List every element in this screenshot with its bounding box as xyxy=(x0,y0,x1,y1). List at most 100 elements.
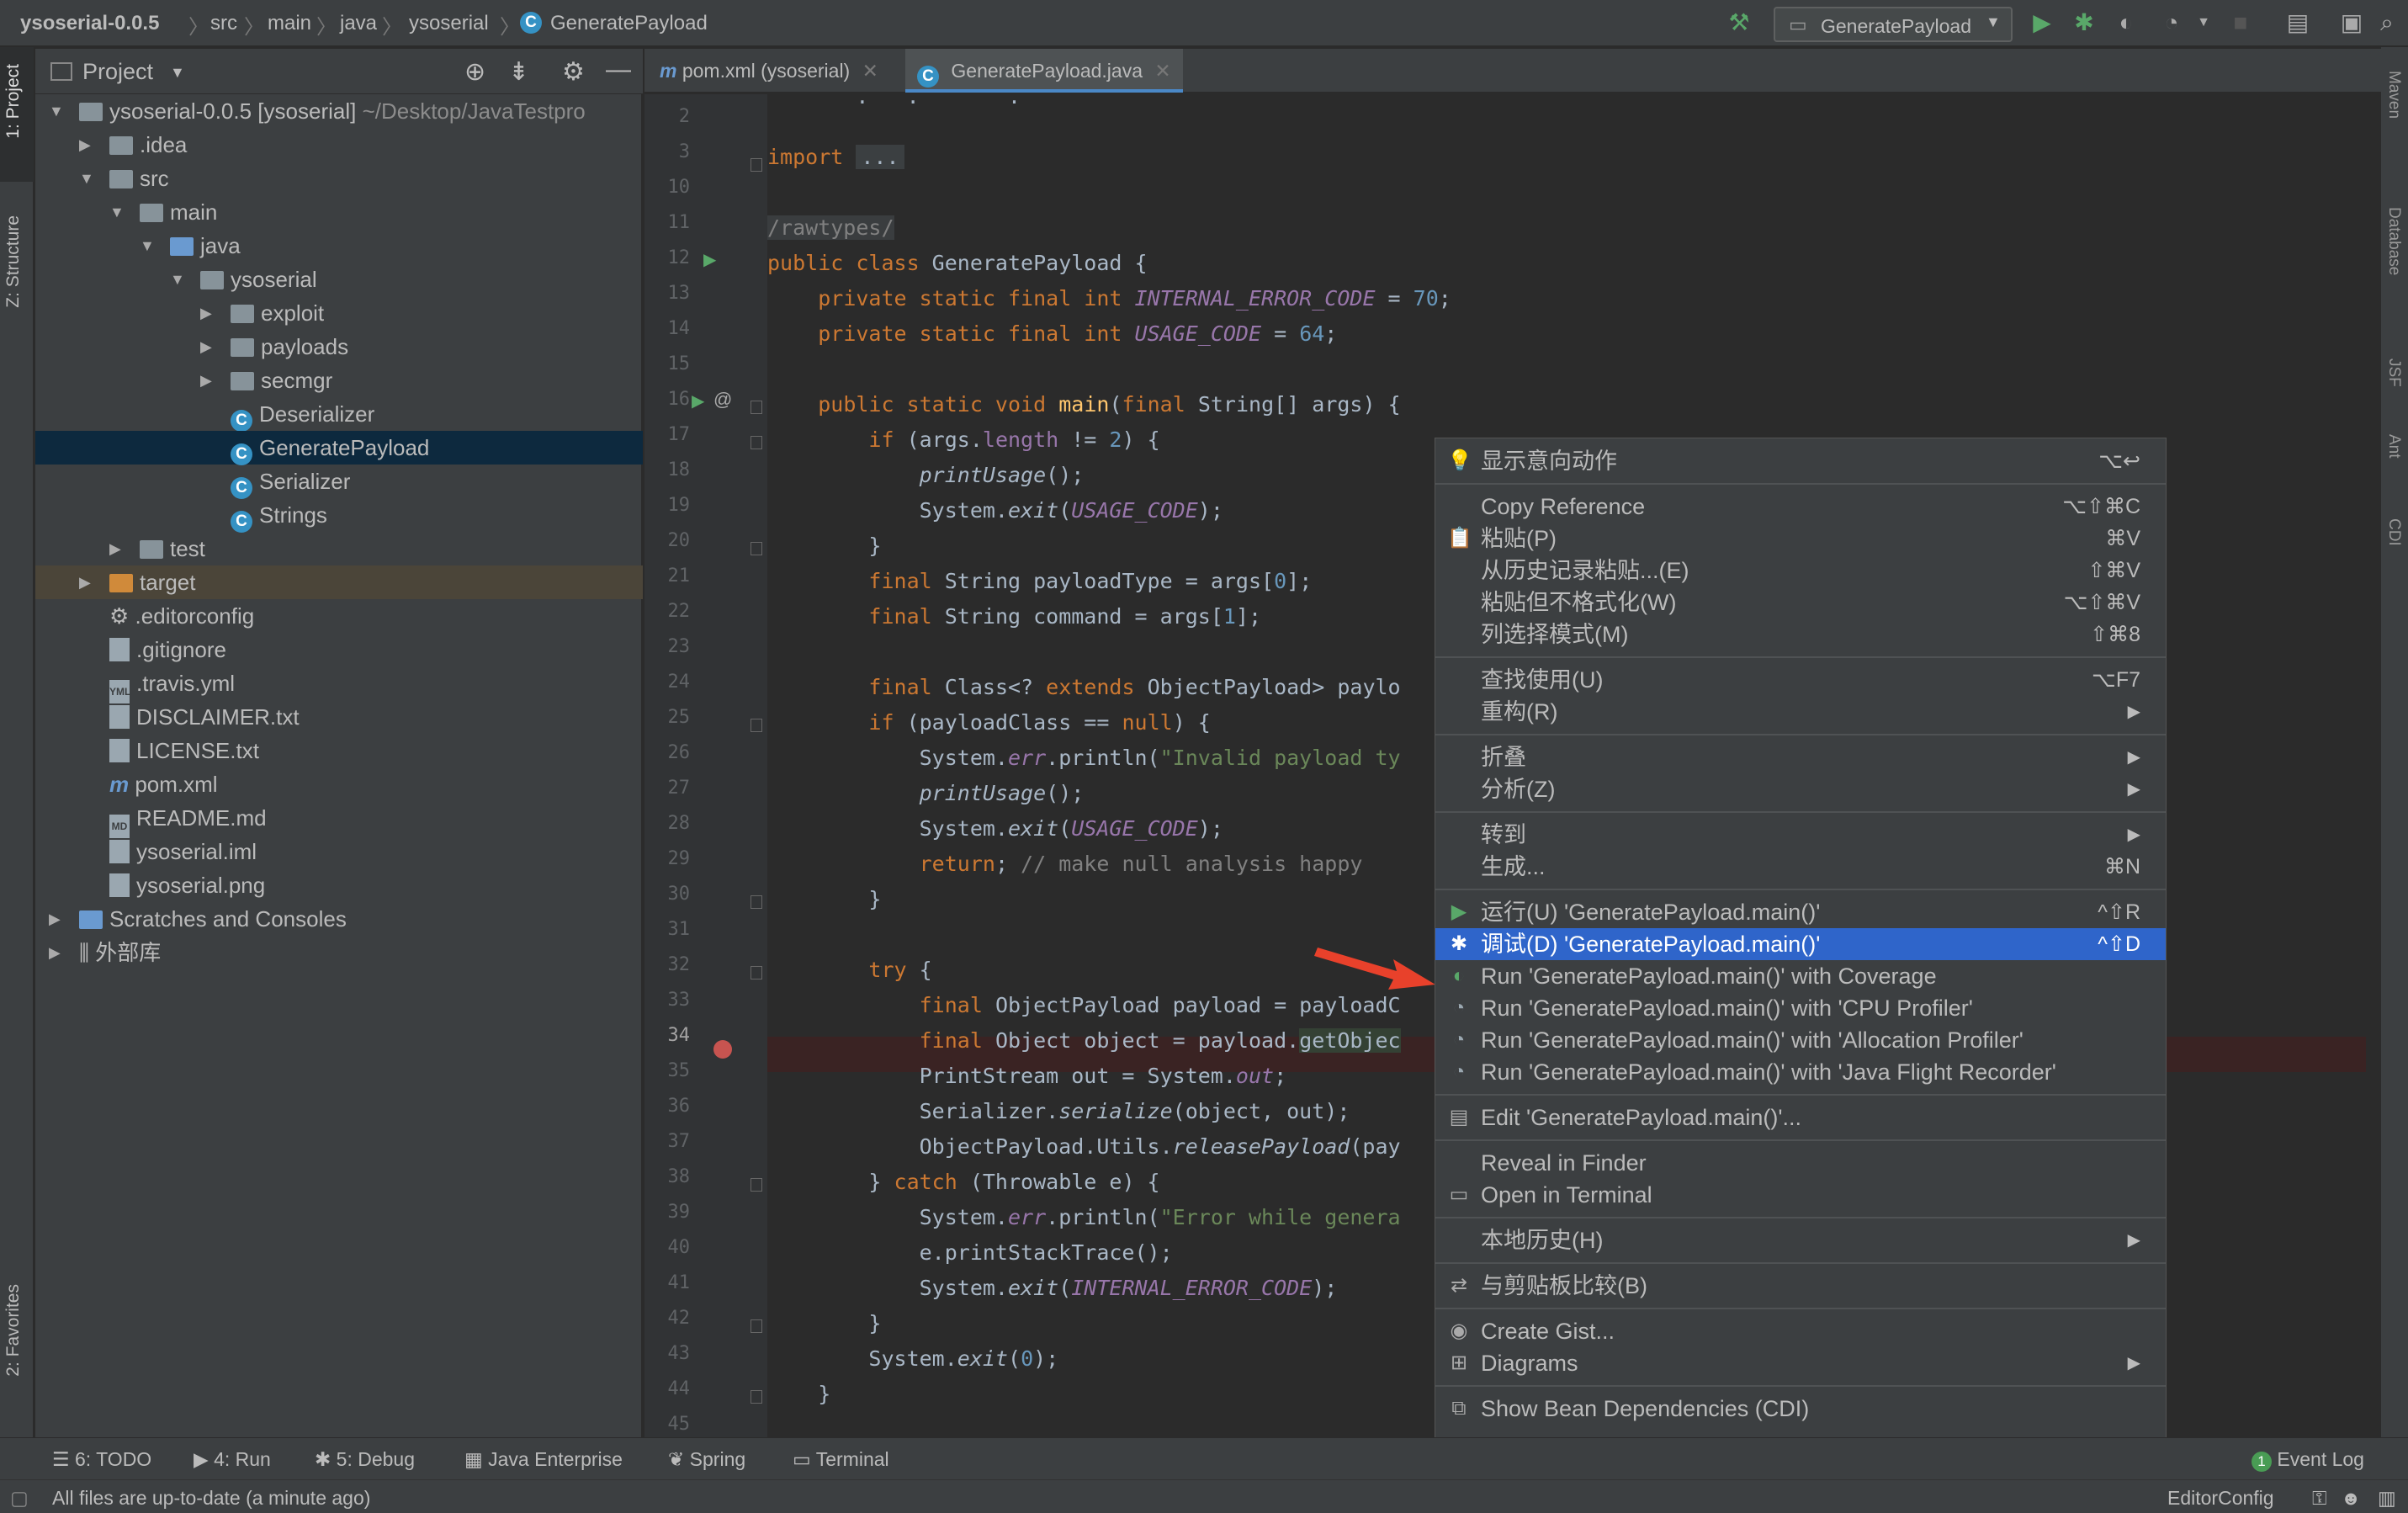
tree-item[interactable]: ▼ ysoserial xyxy=(35,263,643,296)
tree-item[interactable]: ▼ src xyxy=(35,162,643,195)
menu-item[interactable]: Reveal in Finder xyxy=(1435,1147,2166,1179)
run-configuration-select[interactable]: ▭ GeneratePayload ▼ xyxy=(1774,7,2013,42)
java-enterprise-tool-button[interactable]: ▦ Java Enterprise xyxy=(464,1448,623,1471)
expand-arrow-icon[interactable]: ▼ xyxy=(79,162,94,195)
menu-item[interactable]: 📋 粘贴(P) ⌘V xyxy=(1435,523,2166,555)
editor-gutter[interactable]: 2 3 10 11 12 13 14 15 16 17 18 19 20 21 22 23 24 25 26 27 28… xyxy=(644,94,767,1437)
run-class-gutter-icon[interactable]: ▶ xyxy=(703,249,716,270)
debug-icon[interactable]: ✱ xyxy=(2070,8,2098,37)
collapse-arrow-icon[interactable]: ▶ xyxy=(200,364,212,397)
chevron-down-icon[interactable]: ▼ xyxy=(170,64,185,82)
run-icon[interactable]: ▶ xyxy=(2028,8,2056,37)
inspector-icon[interactable]: ☻ xyxy=(2341,1487,2361,1510)
run-main-gutter-icon[interactable]: ▶ xyxy=(692,390,704,411)
menu-item[interactable]: ◔ Run 'GeneratePayload.main()' with 'CPU … xyxy=(1435,992,2166,1024)
locate-icon[interactable]: ⊕ xyxy=(464,57,485,87)
tree-item[interactable]: ▶ test xyxy=(35,532,643,565)
build-hammer-icon[interactable]: ⚒ xyxy=(1725,8,1753,37)
terminal-tool-button[interactable]: ▭ Terminal xyxy=(793,1448,889,1471)
todo-tool-button[interactable]: ☰ 6: TODO xyxy=(52,1448,151,1471)
menu-item[interactable]: 本地历史(H) ▶ xyxy=(1435,1224,2166,1256)
menu-item[interactable]: 分析(Z) ▶ xyxy=(1435,773,2166,805)
fold-marker-icon[interactable] xyxy=(751,158,762,172)
tree-item[interactable]: C Serializer xyxy=(35,465,643,499)
structure-tool-tab[interactable]: Z: Structure xyxy=(3,215,24,308)
ant-tool-tab[interactable]: Ant xyxy=(2384,434,2403,459)
tree-item[interactable]: DISCLAIMER.txt xyxy=(35,700,643,734)
tree-item[interactable]: ▶ payloads xyxy=(35,330,643,364)
menu-item[interactable]: 折叠 ▶ xyxy=(1435,741,2166,773)
jsf-tool-tab[interactable]: JSF xyxy=(2384,358,2403,387)
tree-item[interactable]: ▶ ⫼ 外部库 xyxy=(35,936,643,969)
tree-item[interactable]: ▶ target xyxy=(35,565,643,599)
menu-item[interactable]: ◔ Run 'GeneratePayload.main()' with 'Java… xyxy=(1435,1056,2166,1088)
project-tool-tab[interactable]: 1: Project xyxy=(3,64,24,139)
breadcrumb-src[interactable]: src xyxy=(210,12,237,35)
favorites-tool-tab[interactable]: 2: Favorites xyxy=(3,1284,24,1377)
fold-marker-icon[interactable] xyxy=(751,895,762,909)
maven-tool-tab[interactable]: Maven xyxy=(2384,71,2403,119)
menu-item[interactable]: 列选择模式(M) ⇧⌘8 xyxy=(1435,618,2166,650)
run-tool-button[interactable]: ▶ 4: Run xyxy=(194,1448,271,1471)
collapse-arrow-icon[interactable]: ▶ xyxy=(200,296,212,330)
tree-item[interactable]: ysoserial.png xyxy=(35,868,643,902)
collapse-arrow-icon[interactable]: ▶ xyxy=(79,565,91,599)
tree-item[interactable]: C GeneratePayload xyxy=(35,431,643,465)
menu-item[interactable]: 💡 显示意向动作 ⌥↩ xyxy=(1435,445,2166,477)
expand-arrow-icon[interactable]: ▼ xyxy=(170,263,185,296)
menu-item[interactable]: ◐ Run 'GeneratePayload.main()' with Cover… xyxy=(1435,960,2166,992)
memory-icon[interactable]: ▥ xyxy=(2378,1487,2396,1510)
collapse-arrow-icon[interactable]: ▶ xyxy=(49,902,61,936)
expand-arrow-icon[interactable]: ▼ xyxy=(140,229,155,263)
tree-item[interactable]: YML .travis.yml xyxy=(35,666,643,703)
expand-arrow-icon[interactable]: ▼ xyxy=(109,195,125,229)
tree-item[interactable]: C Deserializer xyxy=(35,397,643,432)
breadcrumb-ysoserial[interactable]: ysoserial xyxy=(409,12,489,35)
window-icon[interactable]: ▣ xyxy=(2337,8,2366,37)
override-gutter-icon[interactable]: @ xyxy=(713,389,732,411)
chevron-down-icon[interactable]: ▼ xyxy=(2189,8,2218,37)
menu-item[interactable]: ◉ Create Gist... xyxy=(1435,1315,2166,1347)
database-tool-tab[interactable]: Database xyxy=(2384,207,2403,275)
tree-item[interactable]: ▶ secmgr xyxy=(35,364,643,397)
collapse-arrow-icon[interactable]: ▶ xyxy=(49,936,61,969)
fold-marker-icon[interactable] xyxy=(751,1178,762,1192)
hide-icon[interactable]: — xyxy=(606,56,631,84)
tree-item[interactable]: ▶ .idea xyxy=(35,128,643,162)
menu-item[interactable]: 生成... ⌘N xyxy=(1435,851,2166,883)
menu-item[interactable]: ▭ Open in Terminal xyxy=(1435,1179,2166,1211)
collapse-arrow-icon[interactable]: ▶ xyxy=(109,532,121,565)
tree-item[interactable]: ysoserial.iml xyxy=(35,835,643,868)
debug-tool-button[interactable]: ✱ 5: Debug xyxy=(315,1448,415,1471)
close-icon[interactable]: ✕ xyxy=(1154,60,1170,82)
menu-item[interactable]: ⇄ 与剪贴板比较(B) xyxy=(1435,1270,2166,1302)
breakpoint-icon[interactable] xyxy=(713,1040,732,1059)
spring-tool-button[interactable]: ❦ Spring xyxy=(668,1448,745,1471)
menu-item[interactable]: 重构(R) ▶ xyxy=(1435,696,2166,728)
tree-item[interactable]: C Strings xyxy=(35,498,643,533)
collapse-arrow-icon[interactable]: ▶ xyxy=(200,330,212,364)
close-icon[interactable]: ✕ xyxy=(862,60,878,82)
menu-item[interactable]: 查找使用(U) ⌥F7 xyxy=(1435,664,2166,696)
coverage-icon[interactable]: ◐ xyxy=(2112,8,2140,37)
fold-marker-icon[interactable] xyxy=(751,719,762,732)
editorconfig-indicator[interactable]: EditorConfig xyxy=(2167,1487,2274,1510)
search-icon[interactable]: ⌕ xyxy=(2373,8,2401,37)
tree-item[interactable]: ▶ Scratches and Consoles xyxy=(35,902,643,936)
fold-marker-icon[interactable] xyxy=(751,1390,762,1404)
tree-item[interactable]: MD README.md xyxy=(35,801,643,838)
fold-marker-icon[interactable] xyxy=(751,401,762,414)
project-panel-title[interactable]: Project xyxy=(82,59,153,85)
tab-generatepayload-java[interactable]: C GeneratePayload.java ✕ xyxy=(905,49,1183,93)
fold-marker-icon[interactable] xyxy=(751,436,762,449)
fold-marker-icon[interactable] xyxy=(751,542,762,555)
menu-item[interactable]: ◔ Run 'GeneratePayload.main()' with 'Allo… xyxy=(1435,1024,2166,1056)
profiler-icon[interactable]: ◔ xyxy=(2157,8,2186,37)
tab-pom-xml[interactable]: m pom.xml (ysoserial) ✕ xyxy=(648,49,890,93)
stop-icon[interactable]: ■ xyxy=(2226,8,2255,37)
fold-marker-icon[interactable] xyxy=(751,1319,762,1333)
menu-item[interactable]: ▶ 运行(U) 'GeneratePayload.main()' ^⇧R xyxy=(1435,896,2166,928)
cdi-tool-tab[interactable]: CDI xyxy=(2384,518,2403,546)
tree-item[interactable]: ▼ ysoserial-0.0.5 [ysoserial] ~/Desktop/J… xyxy=(35,94,643,128)
tree-item[interactable]: .gitignore xyxy=(35,633,643,666)
